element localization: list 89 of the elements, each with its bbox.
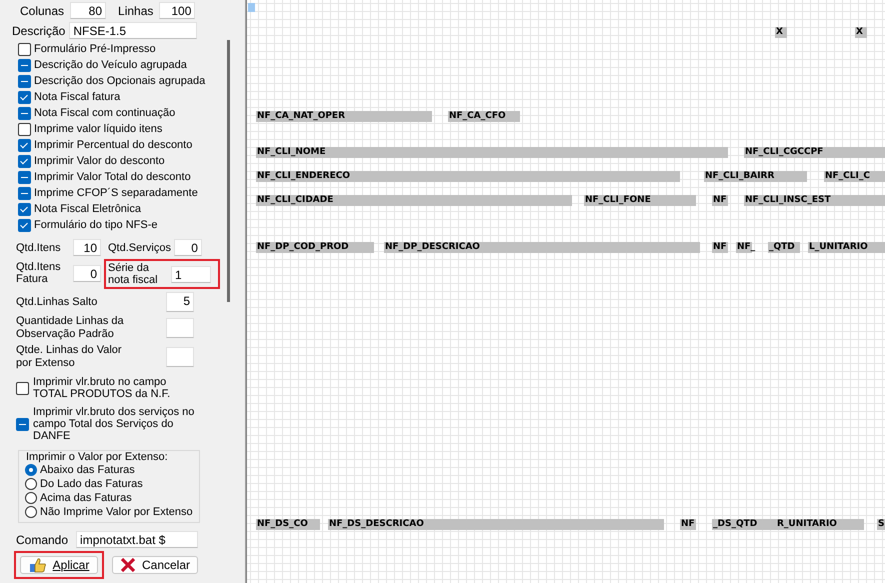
- data-field[interactable]: NF_DS_CO: [256, 519, 320, 530]
- data-field[interactable]: NF_DS_DESCRICAO: [328, 519, 664, 530]
- field-label: Qtd.Itens Fatura: [16, 261, 62, 285]
- checkbox-label: Imprimir vlr.bruto no campo TOTAL PRODUTOS da N.F.: [33, 376, 170, 400]
- input-field[interactable]: 5: [166, 292, 194, 312]
- data-field[interactable]: NF_CLI_C: [824, 171, 885, 182]
- checkbox[interactable]: [18, 74, 31, 88]
- data-field[interactable]: NF_CLI_INSC_EST: [744, 195, 885, 206]
- checkbox-label: Imprime CFOP´S separadamente: [34, 187, 198, 199]
- input-field[interactable]: [166, 318, 194, 338]
- data-field[interactable]: NF: [712, 195, 728, 206]
- field-label: Comando: [16, 532, 68, 546]
- data-field[interactable]: NF_CA_NAT_OPER: [256, 111, 432, 122]
- data-field[interactable]: NF_DP_DESCRICAO: [384, 242, 700, 253]
- input-field[interactable]: NFSE-1.5: [69, 22, 198, 39]
- radio-button[interactable]: [25, 464, 37, 476]
- input-field[interactable]: 10: [73, 239, 101, 256]
- checkbox-label: Imprimir Valor do desconto: [34, 155, 165, 167]
- radio-button[interactable]: [25, 506, 37, 518]
- field-label: Qtde. Linhas do Valor por Extenso: [16, 344, 123, 370]
- data-field[interactable]: NF_CLI_CGCCPF: [744, 147, 885, 158]
- cross-icon: [120, 557, 136, 573]
- field-label: Quantidade Linhas da Observação Padrão: [16, 315, 125, 341]
- data-field[interactable]: R_UNITARIO: [776, 519, 864, 530]
- data-field[interactable]: _QTD: [768, 242, 800, 253]
- selection-marker[interactable]: [248, 3, 255, 12]
- field-label: Linhas: [118, 4, 154, 18]
- data-field[interactable]: NF_CLI_ENDERECO: [256, 171, 680, 182]
- checkbox[interactable]: [18, 106, 31, 120]
- data-field[interactable]: NF_CLI_CIDADE: [256, 195, 572, 206]
- data-field[interactable]: L_UNITARIO: [808, 242, 885, 253]
- checkbox-label: Formulário Pré-Impresso: [34, 43, 156, 55]
- radio-label: Do Lado das Faturas: [40, 478, 143, 490]
- checkbox[interactable]: [18, 154, 31, 168]
- field-label: Descrição: [12, 24, 66, 38]
- checkbox[interactable]: [18, 170, 31, 184]
- checkbox-label: Imprimir Percentual do desconto: [34, 139, 192, 151]
- data-field[interactable]: NF: [712, 242, 728, 253]
- data-field[interactable]: _DS_QTD: [712, 519, 776, 530]
- input-field[interactable]: 0: [73, 264, 101, 282]
- field-label: Série da nota fiscal: [108, 262, 159, 286]
- radio-label: Abaixo das Faturas: [40, 464, 135, 476]
- thumbs-up-icon: [28, 557, 47, 573]
- checkbox[interactable]: [18, 90, 31, 104]
- checkbox[interactable]: [18, 218, 31, 232]
- checkbox-label: Nota Fiscal fatura: [34, 91, 120, 103]
- checkbox[interactable]: [16, 418, 29, 430]
- field-label: Qtd.Linhas Salto: [16, 296, 98, 308]
- data-field[interactable]: NF_CLI_BAIRR: [704, 171, 807, 182]
- checkbox-label: Descrição do Veículo agrupada: [34, 59, 187, 71]
- radio-label: Não Imprime Valor por Extenso: [40, 506, 193, 518]
- checkbox-label: Imprimir Valor Total do desconto: [34, 171, 191, 183]
- checkbox[interactable]: [18, 138, 31, 152]
- checkbox-label: Descrição dos Opcionais agrupada: [34, 75, 206, 87]
- checkbox[interactable]: [18, 42, 31, 56]
- input-field[interactable]: 80: [70, 2, 106, 19]
- checkbox-label: Imprime valor líquido itens: [34, 123, 162, 135]
- field-label: Colunas: [20, 4, 64, 18]
- checkbox-label: Imprimir vlr.bruto dos serviços no campo Total dos Serviços do DANFE: [33, 406, 194, 442]
- data-field[interactable]: X: [855, 27, 867, 38]
- checkbox[interactable]: [18, 202, 31, 216]
- group-title: Imprimir o Valor por Extenso:: [25, 451, 169, 463]
- input-field[interactable]: 0: [174, 239, 202, 256]
- data-field[interactable]: X: [775, 27, 787, 38]
- checkbox[interactable]: [18, 122, 31, 136]
- input-field[interactable]: impnotatxt.bat $: [76, 531, 198, 548]
- checkbox-label: Nota Fiscal Eletrônica: [34, 203, 141, 215]
- data-field[interactable]: NF_CLI_FONE: [584, 195, 696, 206]
- data-field[interactable]: S: [877, 519, 885, 530]
- cancel-button[interactable]: Cancelar: [112, 556, 198, 574]
- input-field[interactable]: 1: [171, 266, 211, 282]
- data-field[interactable]: NF_DP_COD_PROD: [256, 242, 374, 253]
- checkbox[interactable]: [18, 186, 31, 200]
- scrollbar-thumb[interactable]: [227, 40, 230, 302]
- checkbox[interactable]: [18, 58, 31, 72]
- data-field[interactable]: NF_CA_CFO: [448, 111, 520, 122]
- field-label: Qtd.Itens: [16, 242, 62, 254]
- data-field[interactable]: NF_CLI_NOME: [256, 147, 728, 158]
- checkbox[interactable]: [16, 382, 29, 394]
- input-field[interactable]: [166, 347, 194, 367]
- checkbox-label: Nota Fiscal com continuação: [34, 107, 176, 119]
- apply-button[interactable]: Aplicar: [20, 556, 98, 574]
- input-field[interactable]: 100: [159, 2, 196, 19]
- data-field[interactable]: NF: [680, 519, 696, 530]
- radio-button[interactable]: [25, 492, 37, 504]
- radio-button[interactable]: [25, 478, 37, 490]
- field-label: Qtd.Serviços: [108, 242, 171, 254]
- radio-label: Acima das Faturas: [40, 492, 132, 504]
- checkbox-label: Formulário do tipo NFS-e: [34, 219, 158, 231]
